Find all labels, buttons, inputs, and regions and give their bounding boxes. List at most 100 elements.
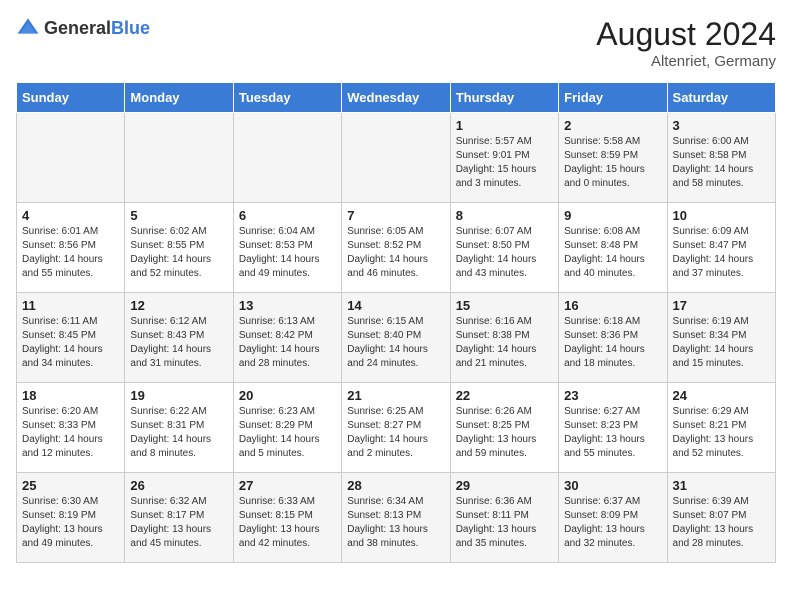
day-number: 13: [239, 298, 336, 313]
logo-general: General: [44, 18, 111, 38]
day-cell: 28 Sunrise: 6:34 AM Sunset: 8:13 PM Dayli…: [342, 473, 450, 563]
weekday-header-tuesday: Tuesday: [233, 83, 341, 113]
day-info: Sunrise: 6:39 AM Sunset: 8:07 PM Dayligh…: [673, 495, 770, 551]
day-info: Sunrise: 6:23 AM Sunset: 8:29 PM Dayligh…: [239, 405, 336, 461]
title-area: August 2024 Altenriet, Germany: [596, 16, 776, 70]
day-number: 7: [347, 208, 444, 223]
day-number: 18: [22, 388, 119, 403]
day-info: Sunrise: 6:26 AM Sunset: 8:25 PM Dayligh…: [456, 405, 553, 461]
day-cell: 7 Sunrise: 6:05 AM Sunset: 8:52 PM Daylig…: [342, 203, 450, 293]
day-cell: 2 Sunrise: 5:58 AM Sunset: 8:59 PM Daylig…: [559, 113, 667, 203]
day-number: 27: [239, 478, 336, 493]
day-number: 19: [130, 388, 227, 403]
calendar-table: SundayMondayTuesdayWednesdayThursdayFrid…: [16, 82, 776, 563]
day-info: Sunrise: 6:07 AM Sunset: 8:50 PM Dayligh…: [456, 225, 553, 281]
week-row-2: 4 Sunrise: 6:01 AM Sunset: 8:56 PM Daylig…: [17, 203, 776, 293]
day-cell: 9 Sunrise: 6:08 AM Sunset: 8:48 PM Daylig…: [559, 203, 667, 293]
day-number: 28: [347, 478, 444, 493]
day-info: Sunrise: 6:22 AM Sunset: 8:31 PM Dayligh…: [130, 405, 227, 461]
day-cell: 18Sunrise: 6:20 AM Sunset: 8:33 PM Dayli…: [17, 383, 125, 473]
day-number: 30: [564, 478, 661, 493]
day-cell: [17, 113, 125, 203]
day-number: 14: [347, 298, 444, 313]
day-cell: 27 Sunrise: 6:33 AM Sunset: 8:15 PM Dayli…: [233, 473, 341, 563]
week-row-5: 25Sunrise: 6:30 AM Sunset: 8:19 PM Dayli…: [17, 473, 776, 563]
day-info: Sunrise: 6:04 AM Sunset: 8:53 PM Dayligh…: [239, 225, 336, 281]
weekday-header-row: SundayMondayTuesdayWednesdayThursdayFrid…: [17, 83, 776, 113]
logo-blue: Blue: [111, 18, 150, 38]
day-info: Sunrise: 6:19 AM Sunset: 8:34 PM Dayligh…: [673, 315, 770, 371]
day-number: 11: [22, 298, 119, 313]
day-number: 22: [456, 388, 553, 403]
day-cell: 1Sunrise: 5:57 AM Sunset: 9:01 PM Daylig…: [450, 113, 558, 203]
day-cell: 17Sunrise: 6:19 AM Sunset: 8:34 PM Dayli…: [667, 293, 775, 383]
day-number: 6: [239, 208, 336, 223]
day-info: Sunrise: 6:08 AM Sunset: 8:48 PM Dayligh…: [564, 225, 661, 281]
day-number: 2: [564, 118, 661, 133]
header: GeneralBlue August 2024 Altenriet, Germa…: [16, 16, 776, 70]
week-row-4: 18Sunrise: 6:20 AM Sunset: 8:33 PM Dayli…: [17, 383, 776, 473]
day-cell: 8Sunrise: 6:07 AM Sunset: 8:50 PM Daylig…: [450, 203, 558, 293]
day-cell: 31 Sunrise: 6:39 AM Sunset: 8:07 PM Dayli…: [667, 473, 775, 563]
day-info: Sunrise: 6:01 AM Sunset: 8:56 PM Dayligh…: [22, 225, 119, 281]
weekday-header-monday: Monday: [125, 83, 233, 113]
day-number: 9: [564, 208, 661, 223]
day-cell: 11 Sunrise: 6:11 AM Sunset: 8:45 PM Dayli…: [17, 293, 125, 383]
day-number: 24: [673, 388, 770, 403]
day-cell: 5 Sunrise: 6:02 AM Sunset: 8:55 PM Daylig…: [125, 203, 233, 293]
day-info: Sunrise: 6:15 AM Sunset: 8:40 PM Dayligh…: [347, 315, 444, 371]
weekday-header-saturday: Saturday: [667, 83, 775, 113]
day-info: Sunrise: 5:57 AM Sunset: 9:01 PM Dayligh…: [456, 135, 553, 191]
day-number: 20: [239, 388, 336, 403]
day-cell: 24 Sunrise: 6:29 AM Sunset: 8:21 PM Dayli…: [667, 383, 775, 473]
day-cell: 6 Sunrise: 6:04 AM Sunset: 8:53 PM Daylig…: [233, 203, 341, 293]
day-number: 26: [130, 478, 227, 493]
day-cell: [125, 113, 233, 203]
day-cell: 21Sunrise: 6:25 AM Sunset: 8:27 PM Dayli…: [342, 383, 450, 473]
day-cell: 30Sunrise: 6:37 AM Sunset: 8:09 PM Dayli…: [559, 473, 667, 563]
day-info: Sunrise: 6:36 AM Sunset: 8:11 PM Dayligh…: [456, 495, 553, 551]
logo-text: GeneralBlue: [44, 18, 150, 39]
day-cell: 15Sunrise: 6:16 AM Sunset: 8:38 PM Dayli…: [450, 293, 558, 383]
day-cell: 23 Sunrise: 6:27 AM Sunset: 8:23 PM Dayli…: [559, 383, 667, 473]
day-number: 23: [564, 388, 661, 403]
day-info: Sunrise: 6:30 AM Sunset: 8:19 PM Dayligh…: [22, 495, 119, 551]
day-number: 21: [347, 388, 444, 403]
day-number: 3: [673, 118, 770, 133]
day-info: Sunrise: 6:02 AM Sunset: 8:55 PM Dayligh…: [130, 225, 227, 281]
day-number: 12: [130, 298, 227, 313]
day-info: Sunrise: 6:00 AM Sunset: 8:58 PM Dayligh…: [673, 135, 770, 191]
weekday-header-thursday: Thursday: [450, 83, 558, 113]
weekday-header-friday: Friday: [559, 83, 667, 113]
day-info: Sunrise: 6:05 AM Sunset: 8:52 PM Dayligh…: [347, 225, 444, 281]
day-info: Sunrise: 6:33 AM Sunset: 8:15 PM Dayligh…: [239, 495, 336, 551]
day-number: 29: [456, 478, 553, 493]
day-cell: 16 Sunrise: 6:18 AM Sunset: 8:36 PM Dayli…: [559, 293, 667, 383]
weekday-header-sunday: Sunday: [17, 83, 125, 113]
day-number: 16: [564, 298, 661, 313]
month-year: August 2024: [596, 16, 776, 53]
day-cell: 3 Sunrise: 6:00 AM Sunset: 8:58 PM Daylig…: [667, 113, 775, 203]
day-cell: 14 Sunrise: 6:15 AM Sunset: 8:40 PM Dayli…: [342, 293, 450, 383]
day-number: 4: [22, 208, 119, 223]
day-cell: 22 Sunrise: 6:26 AM Sunset: 8:25 PM Dayli…: [450, 383, 558, 473]
day-info: Sunrise: 6:27 AM Sunset: 8:23 PM Dayligh…: [564, 405, 661, 461]
day-number: 31: [673, 478, 770, 493]
day-info: Sunrise: 6:29 AM Sunset: 8:21 PM Dayligh…: [673, 405, 770, 461]
day-cell: 4 Sunrise: 6:01 AM Sunset: 8:56 PM Daylig…: [17, 203, 125, 293]
day-info: Sunrise: 6:34 AM Sunset: 8:13 PM Dayligh…: [347, 495, 444, 551]
day-info: Sunrise: 6:32 AM Sunset: 8:17 PM Dayligh…: [130, 495, 227, 551]
day-cell: 25Sunrise: 6:30 AM Sunset: 8:19 PM Dayli…: [17, 473, 125, 563]
day-cell: 12 Sunrise: 6:12 AM Sunset: 8:43 PM Dayli…: [125, 293, 233, 383]
day-cell: 20 Sunrise: 6:23 AM Sunset: 8:29 PM Dayli…: [233, 383, 341, 473]
day-cell: 10Sunrise: 6:09 AM Sunset: 8:47 PM Dayli…: [667, 203, 775, 293]
day-info: Sunrise: 6:11 AM Sunset: 8:45 PM Dayligh…: [22, 315, 119, 371]
day-cell: [342, 113, 450, 203]
day-info: Sunrise: 6:12 AM Sunset: 8:43 PM Dayligh…: [130, 315, 227, 371]
week-row-1: 1Sunrise: 5:57 AM Sunset: 9:01 PM Daylig…: [17, 113, 776, 203]
day-number: 5: [130, 208, 227, 223]
day-number: 10: [673, 208, 770, 223]
day-info: Sunrise: 6:18 AM Sunset: 8:36 PM Dayligh…: [564, 315, 661, 371]
day-cell: 26 Sunrise: 6:32 AM Sunset: 8:17 PM Dayli…: [125, 473, 233, 563]
day-info: Sunrise: 5:58 AM Sunset: 8:59 PM Dayligh…: [564, 135, 661, 191]
